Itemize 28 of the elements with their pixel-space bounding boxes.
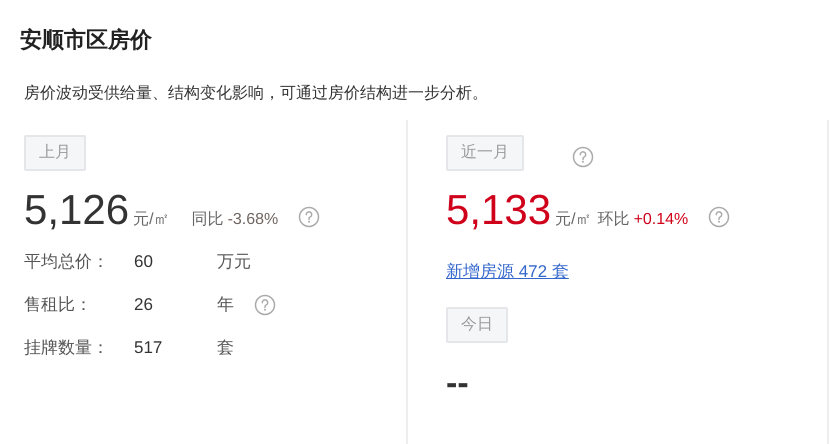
stat-unit: 套: [217, 337, 234, 359]
change-value: +0.14%: [634, 211, 688, 229]
stat-value: 517: [134, 338, 164, 358]
stat-label: 售租比：: [24, 294, 93, 316]
description-text: 房价波动受供给量、结构变化影响，可通过房价结构进一步分析。: [24, 84, 488, 104]
period-tag: 上月: [24, 135, 86, 171]
help-icon[interactable]: [572, 146, 594, 168]
price-unit: 元/㎡: [133, 210, 170, 230]
page-title: 安顺市区房价: [19, 26, 152, 54]
price-value: 5,133: [446, 186, 552, 234]
help-icon[interactable]: [298, 206, 320, 228]
price-unit: 元/㎡: [555, 210, 592, 230]
stat-value: 60: [134, 252, 154, 272]
period-tag: 近一月: [446, 135, 524, 171]
period-tag: 今日: [446, 307, 508, 343]
stat-unit: 万元: [217, 251, 251, 273]
today-price-value: --: [446, 363, 469, 403]
help-icon[interactable]: [254, 294, 276, 316]
change-label: 环比: [598, 210, 630, 230]
change-value: -3.68%: [228, 211, 278, 229]
change-label: 同比: [192, 210, 224, 230]
stat-label: 挂牌数量：: [24, 337, 110, 359]
new-listings-link[interactable]: 新增房源 472 套: [446, 260, 569, 283]
price-value: 5,126: [24, 186, 130, 234]
stat-label: 平均总价：: [24, 251, 110, 273]
stat-unit: 年: [217, 294, 234, 316]
stat-value: 26: [134, 294, 154, 314]
help-icon[interactable]: [708, 206, 730, 228]
